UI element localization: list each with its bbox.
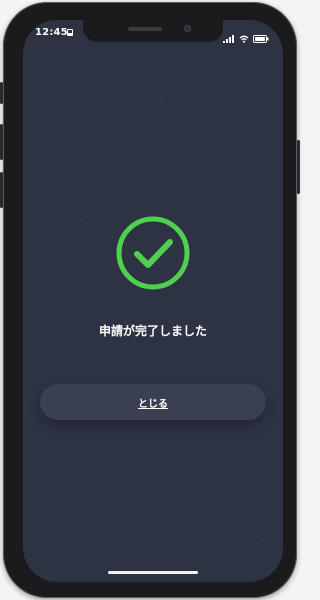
home-indicator[interactable] [108,571,198,574]
front-camera [184,25,191,32]
app-screen: 12:45 申請が完了しました とじる [23,20,283,582]
check-circle-icon [115,215,191,291]
status-icons [223,28,269,47]
status-time: 12:45 [35,27,68,38]
notification-icon [67,29,73,36]
starfield-background [23,20,283,582]
completion-message: 申請が完了しました [98,324,207,338]
camera-notch [83,20,223,42]
phone-frame: 12:45 申請が完了しました とじる [0,2,300,598]
volume-up-button [0,124,3,160]
side-button [297,140,300,194]
close-button-label: とじる [138,398,168,410]
speaker-grille [128,27,162,31]
wifi-icon [239,28,249,47]
battery-icon [253,28,269,47]
signal-icon [223,28,235,47]
volume-down-button [0,172,3,208]
power-button [0,82,3,104]
close-button[interactable]: とじる [40,384,266,420]
